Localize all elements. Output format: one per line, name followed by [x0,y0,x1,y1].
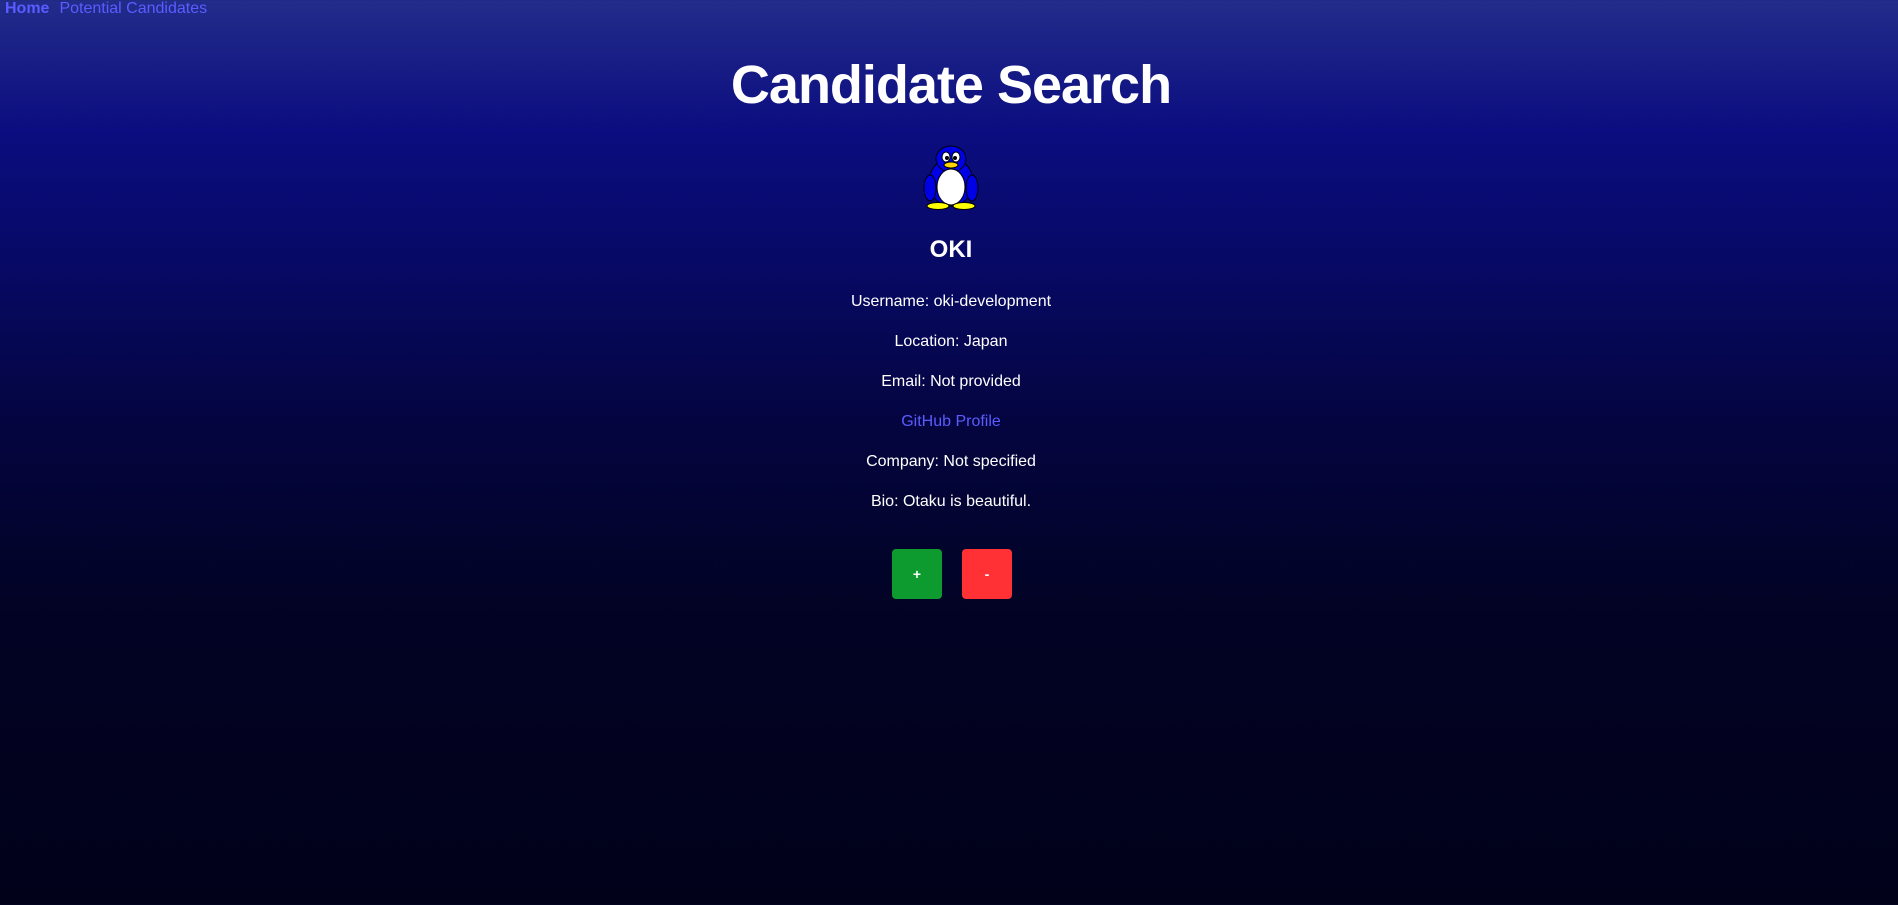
nav-home-link[interactable]: Home [5,0,49,18]
top-nav: Home Potential Candidates [5,0,207,18]
candidate-location: Location: Japan [894,333,1008,350]
candidate-company: Company: Not specified [866,453,1036,470]
candidate-bio: Bio: Otaku is beautiful. [870,493,1032,510]
candidate-email: Email: Not provided [881,373,1021,390]
accept-candidate-button[interactable]: + [892,549,942,599]
reject-candidate-button[interactable]: - [962,549,1012,599]
github-profile-link[interactable]: GitHub Profile [901,413,1001,430]
penguin-avatar-icon [923,145,979,210]
candidate-name: OKI [929,236,973,263]
candidate-username: Username: oki-development [850,293,1052,310]
nav-potential-candidates-link[interactable]: Potential Candidates [59,0,207,18]
page-title: Candidate Search [730,55,1172,115]
candidate-profile-row: GitHub Profile [0,412,1898,432]
